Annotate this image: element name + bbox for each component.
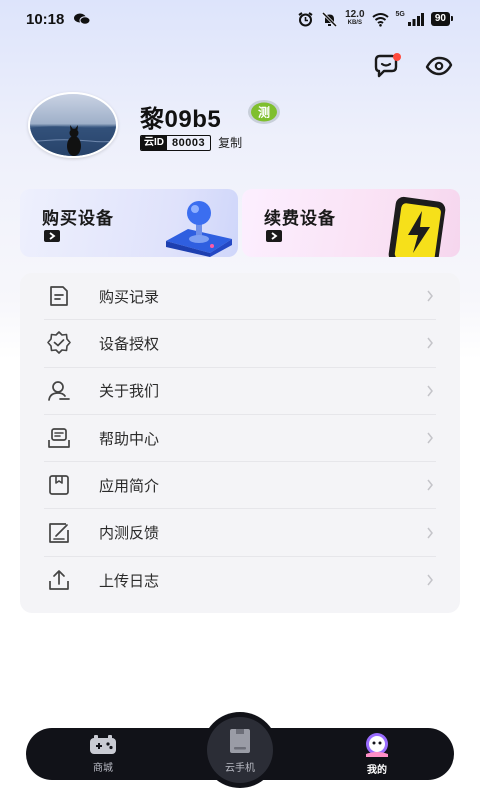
menu-label-purchase-record: 购买记录 — [99, 288, 160, 306]
network-speed: 12.0 KB/S — [345, 9, 365, 27]
renew-device-arrow-icon — [266, 230, 282, 242]
menu-label-feedback: 内测反馈 — [99, 525, 160, 543]
test-badge-icon: 测 — [248, 100, 280, 124]
chevron-right-icon — [427, 479, 433, 491]
mute-bell-icon — [322, 11, 338, 27]
message-button[interactable] — [372, 52, 402, 80]
nav-tab-mine[interactable]: 我的 — [354, 732, 400, 776]
buy-device-card[interactable]: 购买设备 — [20, 189, 238, 257]
chevron-right-icon — [427, 527, 433, 539]
network-speed-unit: KB/S — [347, 20, 362, 26]
status-icons: 12.0 KB/S 5G 90 — [297, 9, 454, 27]
menu-label-app-intro: 应用简介 — [99, 477, 160, 495]
copy-id-button[interactable]: 复制 — [218, 134, 242, 151]
menu-item-device-auth[interactable]: 设备授权 — [44, 320, 436, 368]
app-intro-icon — [49, 475, 69, 496]
battery-level: 90 — [430, 12, 454, 26]
network-speed-value: 12.0 — [345, 9, 365, 20]
unread-dot — [393, 53, 401, 61]
buy-device-arrow-icon — [44, 230, 60, 242]
mine-avatar-icon — [366, 733, 388, 757]
menu-item-upload-log[interactable]: 上传日志 — [44, 557, 436, 604]
renew-device-card[interactable]: 续费设备 — [242, 189, 460, 257]
nav-label-cloud-phone: 云手机 — [225, 763, 255, 774]
chevron-right-icon — [427, 574, 433, 586]
menu-label-device-auth: 设备授权 — [99, 335, 160, 353]
settings-menu: 购买记录 设备授权 关于我们 帮助中心 应用简介 内测反馈 上传日志 — [20, 273, 460, 613]
cloud-id-value: 80003 — [172, 136, 206, 149]
device-auth-icon — [47, 331, 71, 355]
menu-item-about-us[interactable]: 关于我们 — [44, 368, 436, 415]
menu-item-feedback[interactable]: 内测反馈 — [44, 509, 436, 557]
gamepad-icon — [90, 735, 116, 754]
upload-log-icon — [49, 570, 69, 591]
feedback-icon — [49, 522, 69, 543]
status-time: 10:18 — [26, 11, 65, 28]
cloud-id-box: 云ID 80003 — [140, 134, 212, 151]
alarm-icon — [298, 11, 313, 26]
lightning-phone-icon — [388, 196, 446, 257]
cloud-id-row: 云ID 80003 复制 — [140, 134, 242, 151]
menu-label-about-us: 关于我们 — [99, 383, 160, 401]
test-badge-text: 测 — [258, 105, 270, 120]
username: 黎09b5 — [140, 106, 222, 133]
nav-tab-shop[interactable]: 商城 — [80, 734, 126, 774]
chevron-right-icon — [427, 337, 433, 349]
network-type: 5G — [395, 10, 405, 18]
status-bar: 10:18 12.0 KB/S 5G 90 — [0, 0, 480, 40]
renew-device-title: 续费设备 — [264, 209, 336, 228]
avatar[interactable] — [28, 92, 118, 158]
about-us-icon — [48, 380, 70, 401]
menu-item-app-intro[interactable]: 应用简介 — [44, 462, 436, 510]
signal-icon — [407, 12, 424, 26]
nav-label-mine: 我的 — [367, 765, 387, 776]
chat-notification-icon — [74, 13, 90, 25]
eye-icon — [425, 56, 453, 76]
cloud-id-label: 云ID — [141, 135, 167, 150]
menu-item-help-center[interactable]: 帮助中心 — [44, 415, 436, 463]
purchase-record-icon — [50, 286, 68, 306]
avatar-photo — [30, 94, 116, 156]
help-center-icon — [48, 428, 70, 448]
buy-device-title: 购买设备 — [42, 209, 114, 228]
eye-button[interactable] — [424, 52, 454, 80]
nav-label-shop: 商城 — [93, 763, 113, 774]
menu-label-upload-log: 上传日志 — [99, 572, 160, 590]
menu-label-help-center: 帮助中心 — [99, 430, 160, 448]
wifi-icon — [371, 12, 389, 27]
joystick-icon — [166, 201, 232, 257]
chevron-right-icon — [427, 432, 433, 444]
chevron-right-icon — [427, 290, 433, 302]
chevron-right-icon — [427, 385, 433, 397]
nav-tab-cloud-phone[interactable]: 云手机 — [207, 717, 273, 783]
menu-item-purchase-record[interactable]: 购买记录 — [44, 273, 436, 321]
cloud-phone-icon — [230, 729, 250, 753]
